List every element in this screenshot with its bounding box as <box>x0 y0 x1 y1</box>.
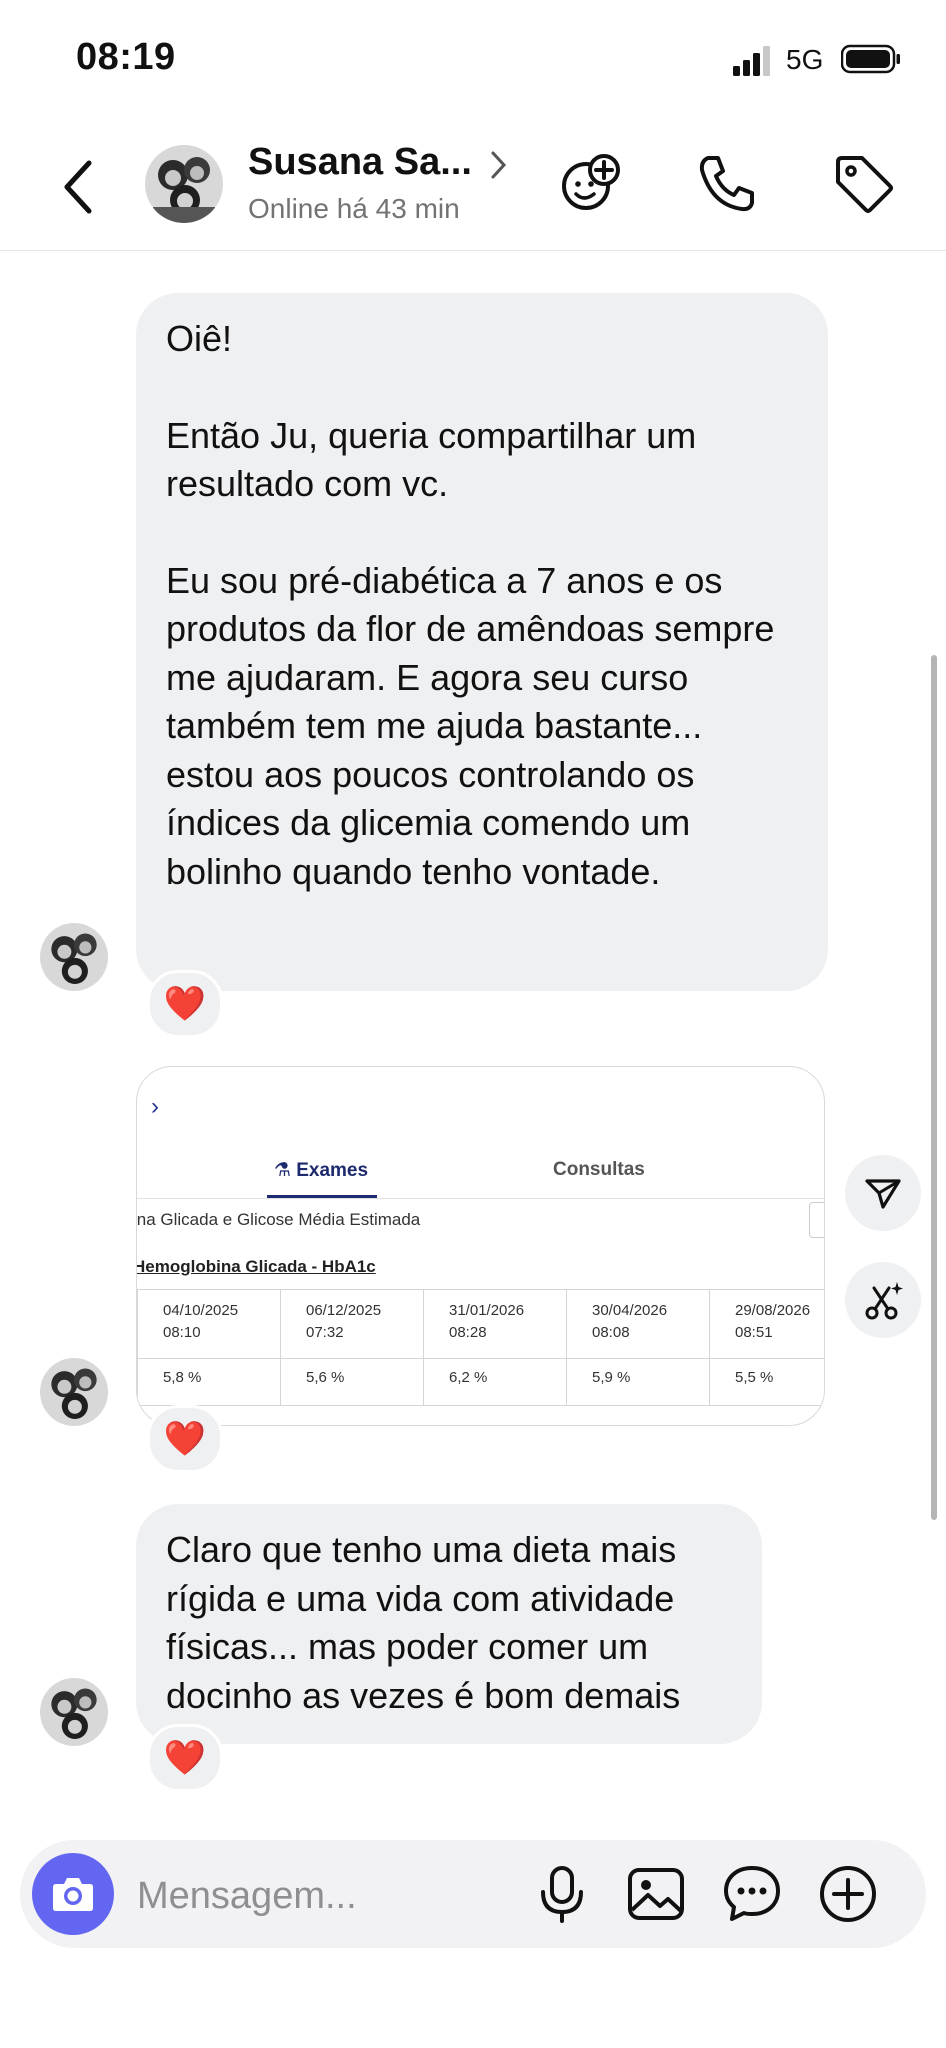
chat-bubble-icon[interactable] <box>720 1862 784 1926</box>
send-icon <box>865 1179 901 1209</box>
heart-reaction[interactable]: ❤️ <box>147 1405 223 1473</box>
message-bubble[interactable]: Claro que tenho uma dieta mais rígida e … <box>136 1504 762 1744</box>
heart-reaction[interactable]: ❤️ <box>147 970 223 1038</box>
ai-edit-button[interactable] <box>845 1262 921 1338</box>
microphone-icon[interactable] <box>530 1862 594 1926</box>
table-value: 5,8 % <box>163 1369 202 1386</box>
share-button[interactable] <box>845 1155 921 1231</box>
message-text: Oiê! <box>166 318 233 359</box>
battery-icon <box>841 44 900 74</box>
message-text: Então Ju, queria compartilhar um resulta… <box>166 414 707 505</box>
back-icon[interactable] <box>55 155 105 219</box>
table-value: 5,6 % <box>306 1369 345 1386</box>
contact-name[interactable]: Susana Sa... <box>248 141 472 184</box>
chevron-right-icon[interactable] <box>488 147 510 183</box>
gallery-icon[interactable] <box>624 1862 688 1926</box>
message-input[interactable] <box>135 1870 529 1922</box>
heart-reaction[interactable]: ❤️ <box>147 1724 223 1792</box>
message-composer <box>20 1840 926 1948</box>
image-select-box <box>809 1202 824 1238</box>
message-text: Eu sou pré-diabética a 7 anos e os produ… <box>166 559 785 892</box>
table-column: 06/12/2025 07:32 5,6 % <box>280 1290 424 1405</box>
table-value: 5,9 % <box>592 1369 631 1386</box>
sender-avatar[interactable] <box>40 923 108 991</box>
table-value: 6,2 % <box>449 1369 488 1386</box>
chat-header: Susana Sa... Online há 43 min <box>0 125 946 251</box>
results-table: 04/10/2025 08:10 5,8 % 06/12/2025 07:32 5,… <box>137 1289 824 1406</box>
scrollbar[interactable] <box>931 655 937 1520</box>
camera-icon <box>53 1878 93 1911</box>
scissors-sparkle-icon <box>865 1282 903 1320</box>
table-value: 5,5 % <box>735 1369 774 1386</box>
chevron-right-icon: › <box>151 1093 159 1120</box>
tab-consultas: Consultas <box>553 1159 645 1180</box>
phone-icon[interactable] <box>694 150 760 216</box>
signal-icon <box>733 46 770 76</box>
tab-exames: ⚗ Exames <box>273 1160 369 1181</box>
table-column: 30/04/2026 08:08 5,9 % <box>566 1290 710 1405</box>
table-column: 31/01/2026 08:28 6,2 % <box>423 1290 567 1405</box>
image-subtitle: ina Glicada e Glicose Média Estimada <box>136 1210 421 1229</box>
camera-button[interactable] <box>32 1853 114 1935</box>
divider <box>137 1198 824 1199</box>
table-column: 29/08/2026 08:51 5,5 % <box>709 1290 824 1405</box>
plus-circle-icon[interactable] <box>816 1862 880 1926</box>
message-text: Claro que tenho uma dieta mais rígida e … <box>166 1529 687 1716</box>
flask-icon: ⚗ <box>273 1160 291 1181</box>
stickers-icon[interactable] <box>558 150 624 216</box>
status-time: 08:19 <box>76 36 176 78</box>
table-column: 04/10/2025 08:10 5,8 % <box>137 1290 281 1405</box>
contact-status: Online há 43 min <box>248 193 460 224</box>
message-bubble[interactable]: Oiê! Então Ju, queria compartilhar um re… <box>136 293 828 991</box>
test-name: Hemoglobina Glicada - HbA1c <box>136 1257 376 1276</box>
contact-avatar[interactable] <box>145 145 223 223</box>
sender-avatar[interactable] <box>40 1678 108 1746</box>
shared-image[interactable]: › ⚗ Exames Consultas ina Glicada e Glico… <box>136 1066 825 1426</box>
network-label: 5G <box>786 44 824 75</box>
tag-icon[interactable] <box>830 150 896 216</box>
status-bar: 08:19 5G <box>0 0 946 120</box>
sender-avatar[interactable] <box>40 1358 108 1426</box>
